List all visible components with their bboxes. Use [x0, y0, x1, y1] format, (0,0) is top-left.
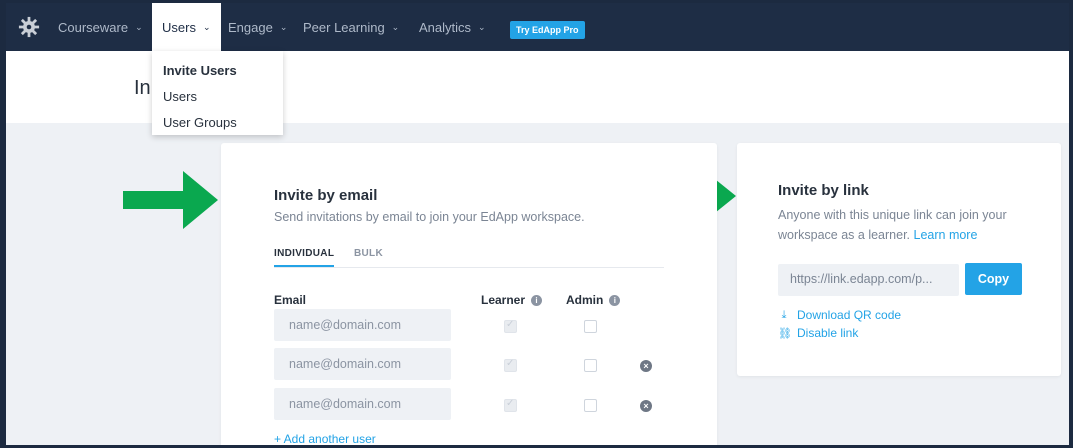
disable-link-label: Disable link	[797, 326, 859, 340]
email-field[interactable]	[274, 309, 451, 341]
nav-users[interactable]: Users ⌄	[152, 3, 221, 51]
invite-link-description: Anyone with this unique link can join yo…	[778, 205, 1038, 245]
download-icon: ⤓	[781, 308, 787, 321]
logo-gear-icon[interactable]	[18, 16, 40, 38]
green-arrow-email	[123, 171, 218, 229]
nav-peer-learning[interactable]: Peer Learning ⌄	[303, 3, 399, 51]
nav-courseware-label: Courseware	[58, 19, 129, 35]
info-icon[interactable]: i	[609, 294, 621, 306]
nav-users-label: Users	[162, 19, 196, 35]
invite-link-field[interactable]: https://link.edapp.com/p...	[778, 264, 959, 296]
add-another-user-link[interactable]: + Add another user	[274, 432, 376, 445]
users-dropdown-menu: Invite Users Users User Groups	[152, 51, 283, 135]
invite-email-title: Invite by email	[274, 187, 378, 204]
disable-link-link[interactable]: ⛓ Disable link	[778, 326, 858, 340]
menu-item-invite-users[interactable]: Invite Users	[152, 58, 283, 84]
learner-checkbox[interactable]	[504, 398, 517, 412]
column-email: Email	[274, 293, 306, 307]
invite-tabs: INDIVIDUAL BULK	[274, 248, 664, 268]
chevron-down-icon: ⌄	[391, 21, 400, 32]
unlink-icon: ⛓	[778, 327, 792, 340]
column-email-label: Email	[274, 293, 307, 307]
try-pro-button[interactable]: Try EdApp Pro	[510, 21, 585, 39]
chevron-down-icon: ⌄	[279, 21, 288, 32]
invite-email-description: Send invitations by email to join your E…	[274, 210, 585, 224]
column-learner: Learner i	[481, 293, 543, 307]
admin-checkbox[interactable]	[584, 320, 597, 333]
chevron-down-icon: ⌄	[135, 21, 143, 32]
learn-more-link[interactable]: Learn more	[914, 228, 978, 242]
chevron-down-icon: ⌄	[202, 21, 211, 32]
download-qr-label: Download QR code	[797, 308, 902, 322]
copy-button[interactable]: Copy	[965, 263, 1022, 295]
download-qr-link[interactable]: ⤓ Download QR code	[778, 308, 902, 322]
column-admin-label: Admin	[566, 293, 604, 307]
nav-engage-label: Engage	[228, 19, 273, 35]
nav-courseware[interactable]: Courseware ⌄	[58, 3, 143, 51]
remove-row-icon[interactable]: ×	[640, 400, 652, 412]
nav-engage[interactable]: Engage ⌄	[228, 3, 287, 51]
invite-by-email-card: Invite by email Send invitations by emai…	[221, 143, 717, 445]
invite-link-title: Invite by link	[778, 182, 869, 199]
tab-individual[interactable]: INDIVIDUAL	[274, 248, 335, 267]
tab-bulk[interactable]: BULK	[354, 248, 383, 267]
nav-analytics[interactable]: Analytics ⌄	[419, 3, 486, 51]
chevron-down-icon: ⌄	[478, 21, 486, 32]
admin-checkbox[interactable]	[584, 359, 597, 372]
column-admin: Admin i	[566, 293, 621, 307]
nav-peer-learning-label: Peer Learning	[303, 19, 385, 35]
app-frame: Courseware ⌄ Users ⌄ Engage ⌄ Peer Learn…	[6, 3, 1069, 445]
remove-row-icon[interactable]: ×	[640, 360, 652, 372]
email-field[interactable]	[274, 348, 451, 380]
invite-by-link-card: Invite by link Anyone with this unique l…	[737, 143, 1061, 376]
admin-checkbox[interactable]	[584, 399, 597, 412]
menu-item-users[interactable]: Users	[152, 84, 283, 110]
page-title: In	[134, 77, 151, 99]
menu-item-user-groups[interactable]: User Groups	[152, 110, 283, 136]
email-field[interactable]	[274, 388, 451, 420]
column-learner-label: Learner	[481, 293, 526, 307]
nav-analytics-label: Analytics	[419, 19, 472, 35]
top-nav: Courseware ⌄ Users ⌄ Engage ⌄ Peer Learn…	[6, 3, 1069, 51]
learner-checkbox[interactable]	[504, 319, 517, 333]
learner-checkbox[interactable]	[504, 358, 517, 372]
info-icon[interactable]: i	[531, 294, 543, 306]
